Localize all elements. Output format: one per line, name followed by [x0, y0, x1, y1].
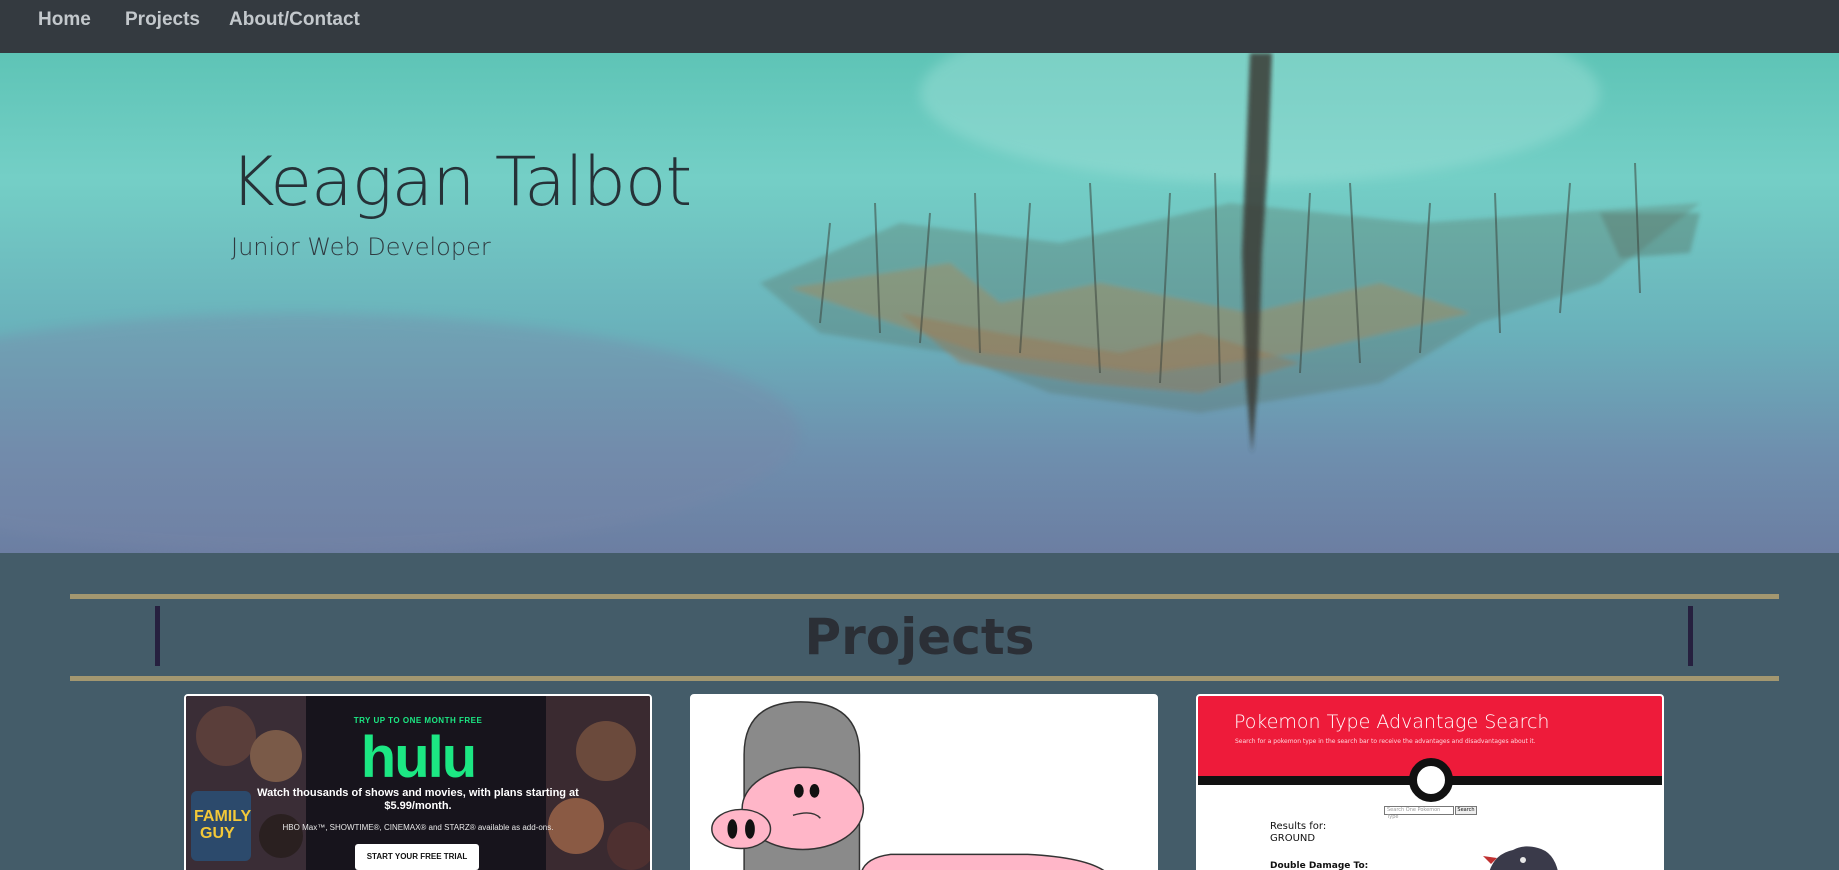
results-value: GROUND: [1270, 833, 1316, 844]
hulu-logo: hulu: [360, 725, 477, 790]
hulu-tagline: Watch thousands of shows and movies, wit…: [257, 787, 579, 812]
hero-background-image: [0, 53, 1700, 553]
project-card-hulu[interactable]: FAMILY GUY TRY UP TO ONE MONTH FREE hulu…: [184, 694, 652, 870]
results-label: Results for:: [1270, 821, 1327, 832]
hulu-free-trial-button[interactable]: START YOUR FREE TRIAL: [355, 844, 479, 870]
hero-banner: Keagan Talbot Junior Web Developer: [0, 53, 1839, 553]
projects-bottom-rule: [70, 676, 1779, 681]
projects-heading: Projects: [804, 608, 1035, 666]
hulu-addons-text: HBO Max™, SHOWTIME®, CINEMAX® and STARZ®…: [282, 823, 554, 832]
project-card-pokemon[interactable]: Pokemon Type Advantage Search Search for…: [1196, 694, 1664, 870]
pig-illustration: [695, 696, 1153, 870]
nav-home-link[interactable]: Home: [38, 9, 91, 31]
nav-projects-link[interactable]: Projects: [125, 9, 200, 31]
pokemon-search-input[interactable]: Search One Pokemon Type: [1384, 806, 1454, 820]
pokemon-title: Pokemon Type Advantage Search: [1234, 711, 1550, 733]
pokemon-description: Search for a pokemon type in the search …: [1235, 738, 1536, 745]
project-card-pig[interactable]: [690, 694, 1158, 870]
pokemon-sprite-image: [1483, 846, 1558, 870]
projects-top-rule: [70, 594, 1779, 599]
hero-title: Keagan Talbot: [230, 143, 692, 222]
pokeball-icon: [1409, 758, 1453, 802]
nav-about-contact-link[interactable]: About/Contact: [229, 9, 360, 31]
top-navbar: Home Projects About/Contact: [0, 0, 1839, 53]
hero-subtitle: Junior Web Developer: [231, 233, 491, 261]
pokemon-search-button[interactable]: Search: [1455, 806, 1477, 815]
double-damage-label: Double Damage To:: [1270, 861, 1369, 870]
projects-right-bar: [1688, 606, 1693, 666]
